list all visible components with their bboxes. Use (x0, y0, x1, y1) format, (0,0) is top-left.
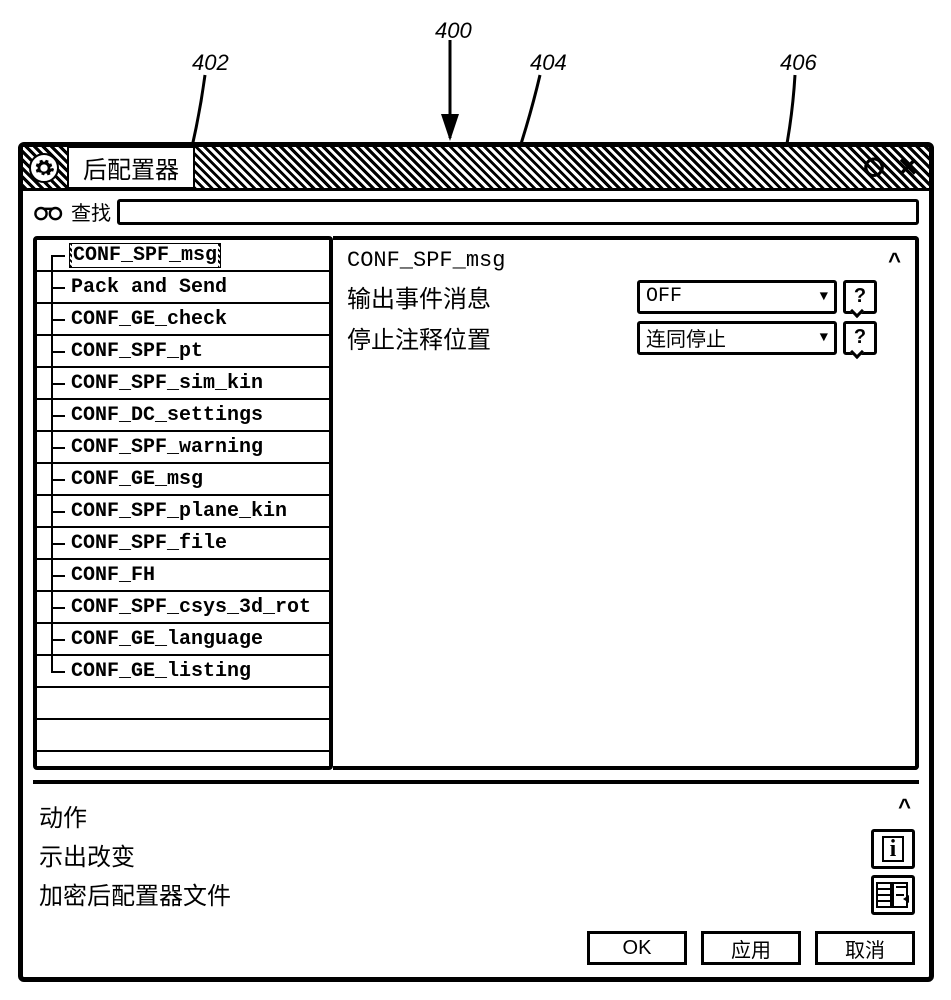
tree-item[interactable]: CONF_GE_language (37, 624, 329, 656)
detail-select[interactable]: 连同停止▼ (637, 321, 837, 355)
tree-item[interactable]: CONF_DC_settings (37, 400, 329, 432)
close-button[interactable]: ✕ (893, 153, 923, 183)
detail-panel: ^ CONF_SPF_msg 输出事件消息OFF▼?停止注释位置连同停止▼? (333, 236, 919, 770)
search-label: 查找 (71, 197, 111, 226)
layout-button[interactable] (871, 875, 915, 915)
tree-panel: CONF_SPF_msgPack and SendCONF_GE_checkCO… (33, 236, 333, 770)
detail-collapse-icon[interactable]: ^ (888, 248, 901, 274)
tree-item[interactable]: CONF_SPF_msg (37, 240, 329, 272)
callout-arrows (0, 0, 951, 160)
tree-item[interactable]: CONF_SPF_sim_kin (37, 368, 329, 400)
minimize-button[interactable]: ⭘ (859, 153, 889, 183)
action-line[interactable]: 动作 (39, 798, 913, 833)
actions-collapse-icon[interactable]: ^ (898, 794, 911, 820)
help-button[interactable]: ? (843, 321, 877, 355)
search-input[interactable] (117, 199, 919, 225)
apply-button[interactable]: 应用 (701, 931, 801, 965)
detail-row-label: 输出事件消息 (347, 279, 637, 314)
detail-row-label: 停止注释位置 (347, 320, 637, 355)
tree-item[interactable]: Pack and Send (37, 272, 329, 304)
tree-item[interactable]: CONF_SPF_plane_kin (37, 496, 329, 528)
tree-item[interactable]: CONF_GE_msg (37, 464, 329, 496)
help-button[interactable]: ? (843, 280, 877, 314)
detail-row: 停止注释位置连同停止▼? (347, 320, 901, 355)
tree-item[interactable]: CONF_GE_check (37, 304, 329, 336)
button-bar: OK 应用 取消 (23, 921, 929, 977)
tree-item[interactable]: CONF_SPF_warning (37, 432, 329, 464)
detail-select[interactable]: OFF▼ (637, 280, 837, 314)
detail-row: 输出事件消息OFF▼? (347, 279, 901, 314)
titlebar: 后配置器 ⭘ ✕ (23, 147, 929, 191)
actions-panel: ^ 动作示出改变加密后配置器文件 i (33, 780, 919, 921)
detail-heading: CONF_SPF_msg (347, 248, 901, 273)
window: 后配置器 ⭘ ✕ 查找 CONF_SPF_msgPack and SendCON… (18, 142, 934, 982)
tree-item[interactable]: CONF_SPF_pt (37, 336, 329, 368)
cancel-button[interactable]: 取消 (815, 931, 915, 965)
window-title: 后配置器 (67, 146, 195, 189)
binoculars-icon (33, 202, 65, 222)
action-line[interactable]: 示出改变 (39, 837, 913, 872)
tree-item[interactable]: CONF_GE_listing (37, 656, 329, 688)
tree-item[interactable]: CONF_SPF_csys_3d_rot (37, 592, 329, 624)
info-button[interactable]: i (871, 829, 915, 869)
tree-item[interactable]: CONF_FH (37, 560, 329, 592)
search-bar: 查找 (23, 191, 929, 232)
app-gear-icon (29, 153, 59, 183)
tree-item[interactable]: CONF_SPF_file (37, 528, 329, 560)
action-line[interactable]: 加密后配置器文件 (39, 876, 913, 911)
ok-button[interactable]: OK (587, 931, 687, 965)
